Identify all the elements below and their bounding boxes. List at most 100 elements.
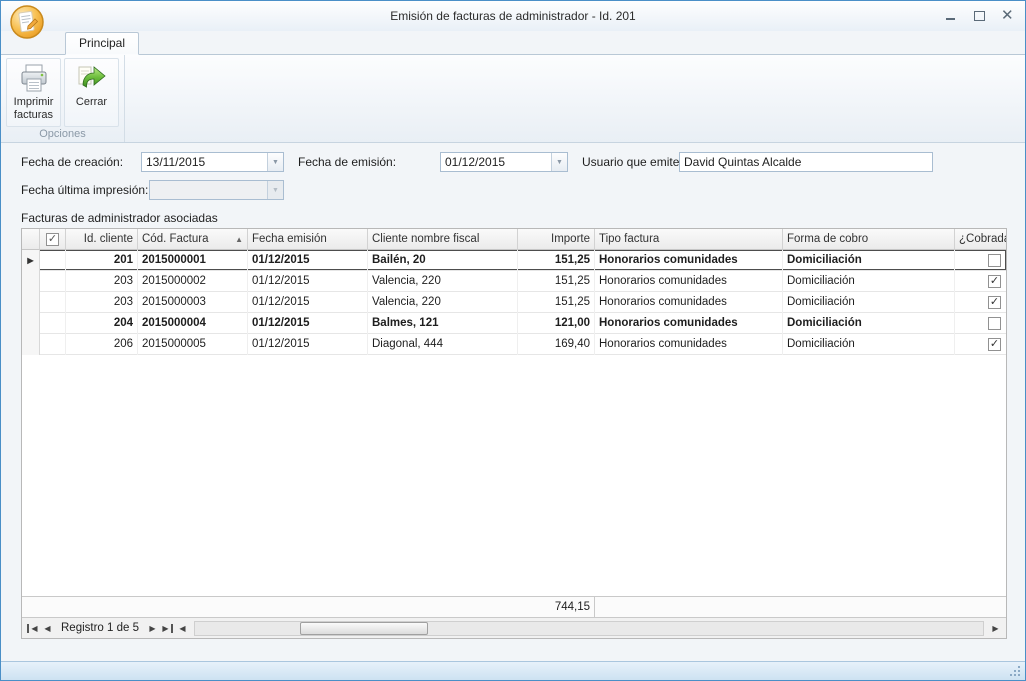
cell-id-cliente: 203: [66, 271, 138, 292]
row-indicator-cell: [22, 313, 40, 334]
cobrada-checkbox[interactable]: ✓: [988, 296, 1001, 309]
cell-fecha-emision: 01/12/2015: [248, 250, 368, 271]
ribbon-group-label: Opciones: [1, 128, 124, 140]
content-area: Fecha de creación: 13/11/2015 ▼ Fecha de…: [1, 143, 1025, 661]
cerrar-label: Cerrar: [76, 96, 107, 109]
dropdown-arrow-icon[interactable]: ▼: [267, 181, 283, 199]
tab-principal[interactable]: Principal: [65, 32, 139, 55]
summary-spacer: [248, 597, 368, 618]
fecha-emision-combo[interactable]: 01/12/2015 ▼: [440, 152, 568, 172]
form-row-1: Fecha de creación: 13/11/2015 ▼ Fecha de…: [21, 151, 1007, 173]
grid-caption: Facturas de administrador asociadas: [21, 211, 1007, 225]
grid-empty-area: [22, 355, 1006, 596]
cell-cliente: Balmes, 121: [368, 313, 518, 334]
scroll-left-button[interactable]: ◀: [175, 620, 190, 636]
cell-cliente: Valencia, 220: [368, 271, 518, 292]
grid-header-row: ✓ Id. cliente Cód. Factura ▲ Fecha emisi…: [22, 229, 1006, 250]
fecha-ultima-impresion-label: Fecha última impresión:: [21, 183, 149, 197]
column-header-cobrada[interactable]: ¿Cobrada: [955, 229, 1006, 250]
column-header-id-cliente[interactable]: Id. cliente: [66, 229, 138, 250]
cobrada-checkbox[interactable]: [988, 317, 1001, 330]
invoice-app-icon: [9, 4, 45, 40]
last-record-icon: ▶: [162, 624, 172, 633]
cell-importe: 151,25: [518, 271, 595, 292]
usuario-emite-input[interactable]: [679, 152, 933, 172]
cell-cod-factura: 2015000004: [138, 313, 248, 334]
row-indicator-cell: [22, 334, 40, 355]
cell-tipo-factura: Honorarios comunidades: [595, 292, 783, 313]
cobrada-checkbox[interactable]: ✓: [988, 338, 1001, 351]
record-position-text: Registro 1 de 5: [55, 622, 145, 634]
dropdown-arrow-icon[interactable]: ▼: [551, 153, 567, 171]
table-row[interactable]: 206 2015000005 01/12/2015 Diagonal, 444 …: [22, 334, 1006, 355]
horizontal-scrollbar-thumb[interactable]: [300, 622, 428, 635]
record-navigator: ◀ ◀ Registro 1 de 5 ▶ ▶ ◀ ▶: [22, 617, 1006, 638]
summary-spacer: [595, 597, 783, 618]
column-header-fecha-emision[interactable]: Fecha emisión: [248, 229, 368, 250]
dropdown-arrow-icon[interactable]: ▼: [267, 153, 283, 171]
application-button[interactable]: [9, 4, 45, 43]
cobrada-checkbox[interactable]: [988, 254, 1001, 267]
row-select-cell[interactable]: [40, 313, 66, 334]
cell-importe: 169,40: [518, 334, 595, 355]
cell-id-cliente: 203: [66, 292, 138, 313]
resize-grip[interactable]: [1018, 666, 1020, 668]
cell-fecha-emision: 01/12/2015: [248, 271, 368, 292]
fecha-emision-value: 01/12/2015: [441, 153, 551, 171]
status-bar: [1, 661, 1025, 680]
column-header-forma-cobro[interactable]: Forma de cobro: [783, 229, 955, 250]
cerrar-button[interactable]: Cerrar: [64, 58, 119, 127]
cell-cobrada: ✓: [955, 271, 1006, 292]
exit-arrow-icon: [76, 62, 108, 94]
app-window: Emisión de facturas de administrador - I…: [0, 0, 1026, 681]
last-record-button[interactable]: ▶: [160, 620, 175, 636]
cell-cobrada: [955, 313, 1006, 334]
minimize-icon[interactable]: [945, 10, 957, 21]
printer-icon: [18, 62, 50, 94]
imprimir-facturas-button[interactable]: Imprimir facturas: [6, 58, 61, 127]
close-icon[interactable]: ✕: [1001, 10, 1013, 21]
first-record-icon: ◀: [27, 624, 37, 633]
cell-id-cliente: 206: [66, 334, 138, 355]
fecha-ultima-impresion-value: [150, 181, 267, 199]
select-all-checkbox[interactable]: ✓: [46, 233, 59, 246]
column-header-cliente[interactable]: Cliente nombre fiscal: [368, 229, 518, 250]
column-header-importe[interactable]: Importe: [518, 229, 595, 250]
summary-spacer: [783, 597, 955, 618]
importe-total: 744,15: [518, 597, 595, 618]
first-record-button[interactable]: ◀: [25, 620, 40, 636]
row-select-cell[interactable]: [40, 271, 66, 292]
cell-fecha-emision: 01/12/2015: [248, 292, 368, 313]
cell-forma-cobro: Domiciliación: [783, 334, 955, 355]
horizontal-scrollbar[interactable]: [194, 621, 984, 636]
cobrada-checkbox[interactable]: ✓: [988, 275, 1001, 288]
cell-importe: 121,00: [518, 313, 595, 334]
row-select-cell[interactable]: [40, 250, 66, 271]
fecha-creacion-combo[interactable]: 13/11/2015 ▼: [141, 152, 284, 172]
ribbon-group-opciones: Imprimir facturas Cerrar Opciones: [1, 55, 125, 142]
facturas-grid: ✓ Id. cliente Cód. Factura ▲ Fecha emisi…: [21, 228, 1007, 639]
maximize-icon[interactable]: [973, 10, 985, 21]
imprimir-facturas-label: Imprimir facturas: [7, 96, 60, 121]
summary-spacer: [22, 597, 40, 618]
next-record-button[interactable]: ▶: [145, 620, 160, 636]
table-row[interactable]: 203 2015000003 01/12/2015 Valencia, 220 …: [22, 292, 1006, 313]
table-row[interactable]: ▶ 201 2015000001 01/12/2015 Bailén, 20 1…: [22, 250, 1006, 271]
column-header-cod-factura[interactable]: Cód. Factura ▲: [138, 229, 248, 250]
select-all-header-cell[interactable]: ✓: [40, 229, 66, 250]
previous-record-button[interactable]: ◀: [40, 620, 55, 636]
column-header-tipo-factura[interactable]: Tipo factura: [595, 229, 783, 250]
row-select-cell[interactable]: [40, 292, 66, 313]
cell-cliente: Diagonal, 444: [368, 334, 518, 355]
cell-forma-cobro: Domiciliación: [783, 292, 955, 313]
title-bar: Emisión de facturas de administrador - I…: [1, 1, 1025, 31]
table-row[interactable]: 203 2015000002 01/12/2015 Valencia, 220 …: [22, 271, 1006, 292]
table-row[interactable]: 204 2015000004 01/12/2015 Balmes, 121 12…: [22, 313, 1006, 334]
grid-summary-row: 744,15: [22, 596, 1006, 617]
summary-spacer: [40, 597, 66, 618]
scroll-right-button[interactable]: ▶: [988, 620, 1003, 636]
cell-tipo-factura: Honorarios comunidades: [595, 313, 783, 334]
row-select-cell[interactable]: [40, 334, 66, 355]
cell-cod-factura: 2015000005: [138, 334, 248, 355]
fecha-ultima-impresion-combo[interactable]: ▼: [149, 180, 284, 200]
